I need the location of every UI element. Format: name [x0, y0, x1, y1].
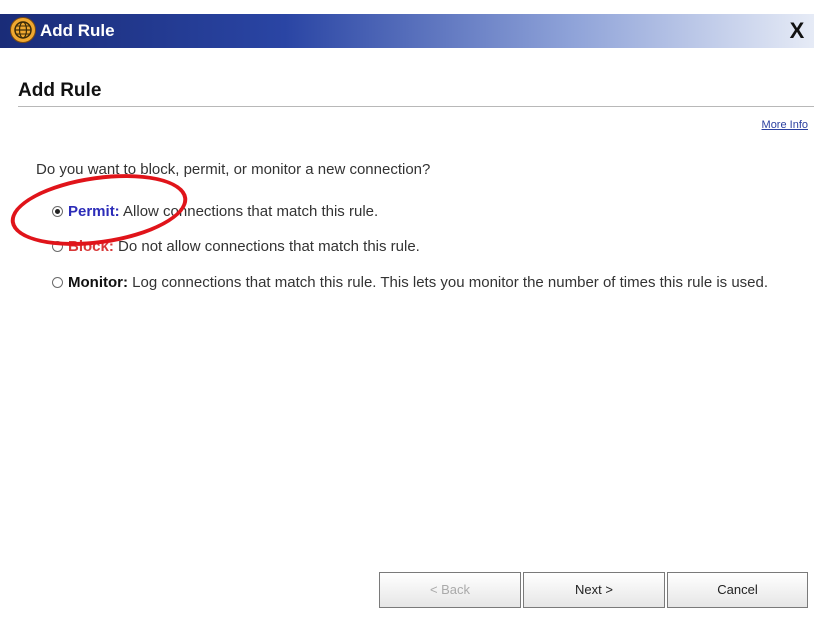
block-option[interactable]: Block: Do not allow connections that mat…	[52, 236, 420, 258]
more-info-link[interactable]: More Info	[762, 119, 808, 131]
back-button[interactable]: < Back	[379, 572, 521, 608]
monitor-radio[interactable]	[52, 277, 63, 288]
monitor-keyword: Monitor:	[68, 274, 128, 291]
block-description: Do not allow connections that match this…	[118, 238, 420, 255]
permit-option[interactable]: Permit: Allow connections that match thi…	[52, 201, 378, 223]
window-title: Add Rule	[40, 21, 115, 40]
question-text: Do you want to block, permit, or monitor…	[36, 161, 431, 178]
cancel-button[interactable]: Cancel	[667, 572, 808, 608]
globe-icon	[10, 17, 36, 43]
monitor-description: Log connections that match this rule. Th…	[132, 274, 769, 291]
heading-divider	[18, 106, 814, 107]
close-button[interactable]: X	[784, 18, 810, 44]
page-title: Add Rule	[18, 80, 102, 101]
permit-keyword: Permit:	[68, 203, 120, 220]
permit-description: Allow connections that match this rule.	[123, 203, 379, 220]
permit-radio[interactable]	[52, 206, 63, 217]
block-radio[interactable]	[52, 241, 63, 252]
monitor-option[interactable]: Monitor: Log connections that match this…	[52, 272, 772, 294]
next-button[interactable]: Next >	[523, 572, 665, 608]
block-keyword: Block:	[68, 238, 114, 255]
title-bar: Add Rule X	[0, 14, 814, 48]
